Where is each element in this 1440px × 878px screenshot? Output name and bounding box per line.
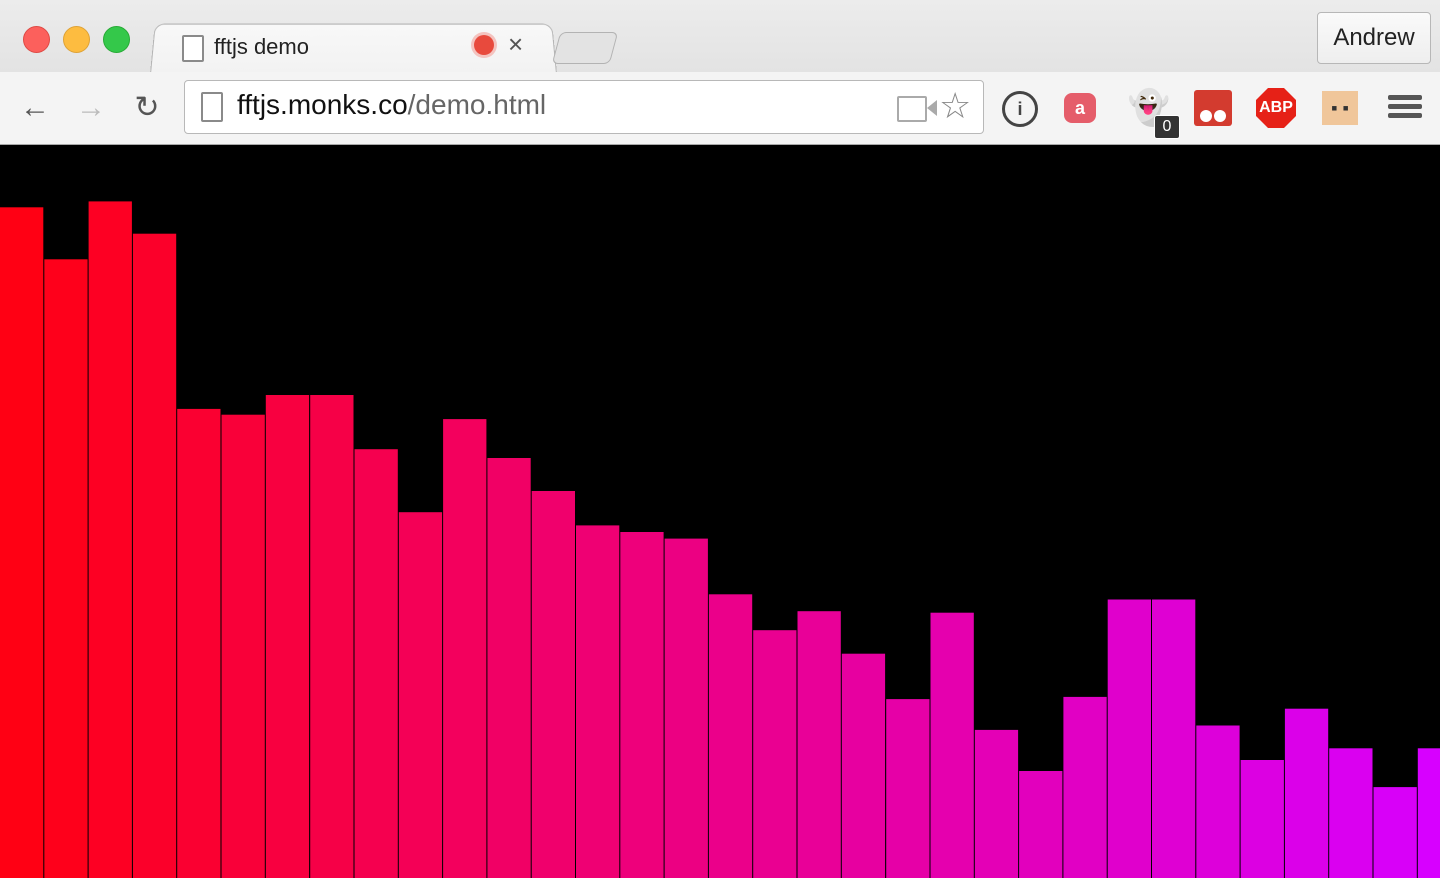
- recording-icon: [474, 35, 494, 55]
- spectrum-bar: [1284, 708, 1329, 878]
- page-icon: [182, 35, 204, 62]
- spectrum-bar: [88, 201, 132, 878]
- spectrum-bar: [310, 395, 354, 878]
- url-host: fftjs.monks.co: [237, 89, 408, 120]
- window-minimize-button[interactable]: [63, 26, 90, 53]
- tab-strip: fftjs demo × Andrew: [0, 0, 1440, 74]
- spectrum-bar: [1107, 599, 1151, 878]
- url-path: /demo.html: [407, 89, 547, 120]
- page-viewport: [0, 145, 1440, 878]
- spectrum-bar: [1329, 748, 1373, 878]
- spectrum-bar: [1196, 725, 1240, 878]
- tab-content: fftjs demo ×: [160, 22, 550, 72]
- spectrum-bar: [1240, 760, 1284, 878]
- chat-icon[interactable]: a: [1064, 93, 1096, 123]
- spectrum-bar: [177, 408, 221, 878]
- window-maximize-button[interactable]: [103, 26, 130, 53]
- tab-close-button[interactable]: ×: [508, 29, 523, 60]
- spectrum-bar: [930, 612, 974, 878]
- spectrum-bar: [664, 538, 708, 878]
- 1password-icon[interactable]: i: [1002, 91, 1038, 127]
- spectrum-bar: [1373, 787, 1417, 878]
- face-icon[interactable]: ▪ ▪: [1322, 91, 1358, 125]
- spectrum-bar: [0, 207, 44, 878]
- spectrum-bar: [576, 525, 620, 878]
- url-text[interactable]: fftjs.monks.co/demo.html: [237, 89, 546, 121]
- menu-icon[interactable]: [1388, 92, 1422, 122]
- new-tab-button[interactable]: [551, 32, 619, 64]
- spectrum-bar: [797, 611, 841, 878]
- spectrum-bar: [620, 532, 664, 878]
- spectrum-bar: [1019, 771, 1063, 878]
- spectrum-bar: [443, 419, 487, 878]
- spectrum-bar: [1152, 599, 1196, 878]
- window-close-button[interactable]: [23, 26, 50, 53]
- toolbar: ← → ↻ fftjs.monks.co/demo.html ☆ i a 👻 0…: [0, 72, 1440, 144]
- browser-chrome: fftjs demo × Andrew ← → ↻ fftjs.monks.co…: [0, 0, 1440, 145]
- spectrum-bar: [265, 395, 310, 878]
- forward-button[interactable]: →: [74, 91, 108, 125]
- spectrum-bar: [221, 414, 265, 878]
- spectrum-bar: [886, 699, 930, 878]
- camera-icon[interactable]: [897, 96, 937, 122]
- spectrum-bar: [531, 491, 575, 878]
- spectrum-bar: [1063, 696, 1107, 878]
- reload-button[interactable]: ↻: [130, 91, 164, 125]
- profile-button[interactable]: Andrew: [1317, 12, 1431, 64]
- spectrum-bar: [841, 653, 886, 878]
- spectrum-bar: [398, 512, 443, 878]
- bookmark-star-icon[interactable]: ☆: [939, 85, 971, 127]
- tab-title: fftjs demo: [214, 34, 309, 59]
- page-icon: [201, 92, 223, 122]
- address-bar[interactable]: fftjs.monks.co/demo.html ☆: [184, 80, 984, 134]
- spectrum-bar: [1417, 748, 1440, 878]
- spectrum-bar: [708, 594, 753, 878]
- spectrum-bar: [974, 729, 1019, 878]
- ghostery-badge: 0: [1154, 115, 1180, 139]
- spectrum-bar: [132, 233, 177, 878]
- glasses-icon[interactable]: [1194, 90, 1232, 126]
- spectrum-bar: [487, 458, 531, 878]
- spectrum-chart: [0, 201, 1440, 878]
- spectrum-bar: [753, 630, 797, 878]
- spectrum-bar: [44, 259, 88, 878]
- adblock-icon[interactable]: ABP: [1256, 88, 1296, 128]
- back-button[interactable]: ←: [18, 91, 52, 125]
- spectrum-bar: [354, 449, 398, 878]
